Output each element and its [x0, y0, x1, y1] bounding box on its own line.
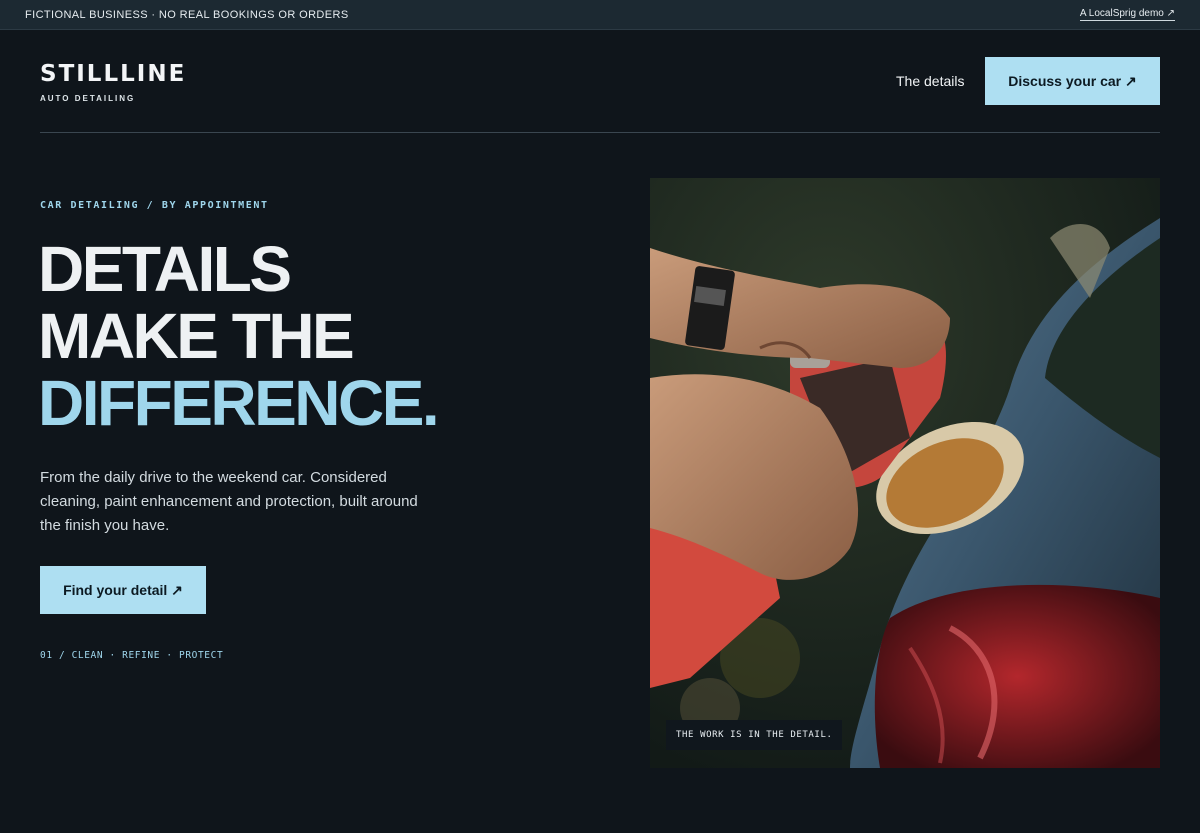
discuss-your-car-button[interactable]: Discuss your car ↗ [985, 57, 1160, 105]
site-header: STILLLINE AUTO DETAILING The details Dis… [40, 30, 1160, 133]
localsprig-demo-link[interactable]: A LocalSprig demo ↗ [1079, 8, 1175, 21]
polishing-car-image [650, 178, 1160, 768]
brand-logo[interactable]: STILLLINE [40, 61, 186, 87]
hero-photo: THE WORK IS IN THE DETAIL. [650, 178, 1160, 768]
brand-tagline: AUTO DETAILING [40, 94, 136, 103]
headline-line-1: DETAILS [38, 233, 292, 305]
headline-line-3: DIFFERENCE. [38, 367, 440, 439]
top-banner: FICTIONAL BUSINESS · NO REAL BOOKINGS OR… [0, 0, 1200, 30]
process-steps: 01 / CLEAN · REFINE · PROTECT [40, 650, 224, 661]
nav-link-details[interactable]: The details [896, 73, 964, 89]
headline-line-2: MAKE THE [38, 300, 355, 372]
fictional-business-notice: FICTIONAL BUSINESS · NO REAL BOOKINGS OR… [25, 8, 349, 21]
find-your-detail-button[interactable]: Find your detail ↗ [40, 566, 206, 614]
hero-eyebrow: CAR DETAILING / BY APPOINTMENT [40, 200, 269, 211]
hero-headline: DETAILS MAKE THE DIFFERENCE. [38, 233, 440, 439]
photo-caption: THE WORK IS IN THE DETAIL. [666, 720, 843, 750]
hero-description: From the daily drive to the weekend car.… [40, 469, 418, 534]
